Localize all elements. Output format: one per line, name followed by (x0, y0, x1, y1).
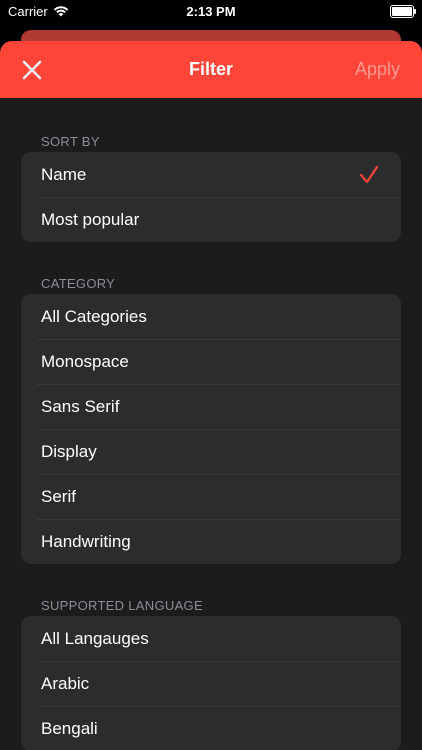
language-option-arabic[interactable]: Arabic (21, 661, 401, 706)
category-option-handwriting[interactable]: Handwriting (21, 519, 401, 564)
language-option-all[interactable]: All Langauges (21, 616, 401, 661)
battery-icon (390, 4, 416, 18)
nav-bar: Filter Apply (0, 41, 422, 98)
close-icon[interactable] (20, 58, 44, 82)
status-bar: Carrier 2:13 PM (0, 0, 422, 22)
row-label: Handwriting (41, 531, 131, 551)
language-option-bengali[interactable]: Bengali (21, 706, 401, 750)
status-time: 2:13 PM (186, 4, 236, 19)
row-label: Sans Serif (41, 396, 120, 416)
row-label: All Langauges (41, 628, 149, 648)
category-option-monospace[interactable]: Monospace (21, 339, 401, 384)
category-option-all[interactable]: All Categories (21, 294, 401, 339)
filter-list: SORT BY Name Most popular CATEGORY All C… (0, 98, 422, 750)
category-option-serif[interactable]: Serif (21, 474, 401, 519)
row-label: Display (41, 441, 97, 461)
language-group: All Langauges Arabic Bengali (21, 616, 401, 750)
apply-button[interactable]: Apply (355, 59, 400, 80)
sort-option-most-popular[interactable]: Most popular (21, 197, 401, 242)
sort-by-group: Name Most popular (21, 152, 401, 242)
sort-option-name[interactable]: Name (21, 152, 401, 197)
row-label: Bengali (41, 718, 98, 738)
row-label: All Categories (41, 306, 147, 326)
section-header-category: CATEGORY (41, 276, 116, 291)
category-group: All Categories Monospace Sans Serif Disp… (21, 294, 401, 564)
row-label: Name (41, 164, 87, 184)
category-option-display[interactable]: Display (21, 429, 401, 474)
row-label: Most popular (41, 209, 140, 229)
checkmark-icon (359, 165, 379, 184)
row-label: Arabic (41, 673, 90, 693)
filter-sheet: Filter Apply SORT BY Name Most popular C… (0, 41, 422, 750)
row-label: Serif (41, 486, 76, 506)
section-header-supported-language: SUPPORTED LANGUAGE (41, 598, 203, 613)
section-header-sort-by: SORT BY (41, 134, 100, 149)
category-option-sans-serif[interactable]: Sans Serif (21, 384, 401, 429)
row-label: Monospace (41, 351, 129, 371)
nav-title: Filter (188, 59, 233, 79)
